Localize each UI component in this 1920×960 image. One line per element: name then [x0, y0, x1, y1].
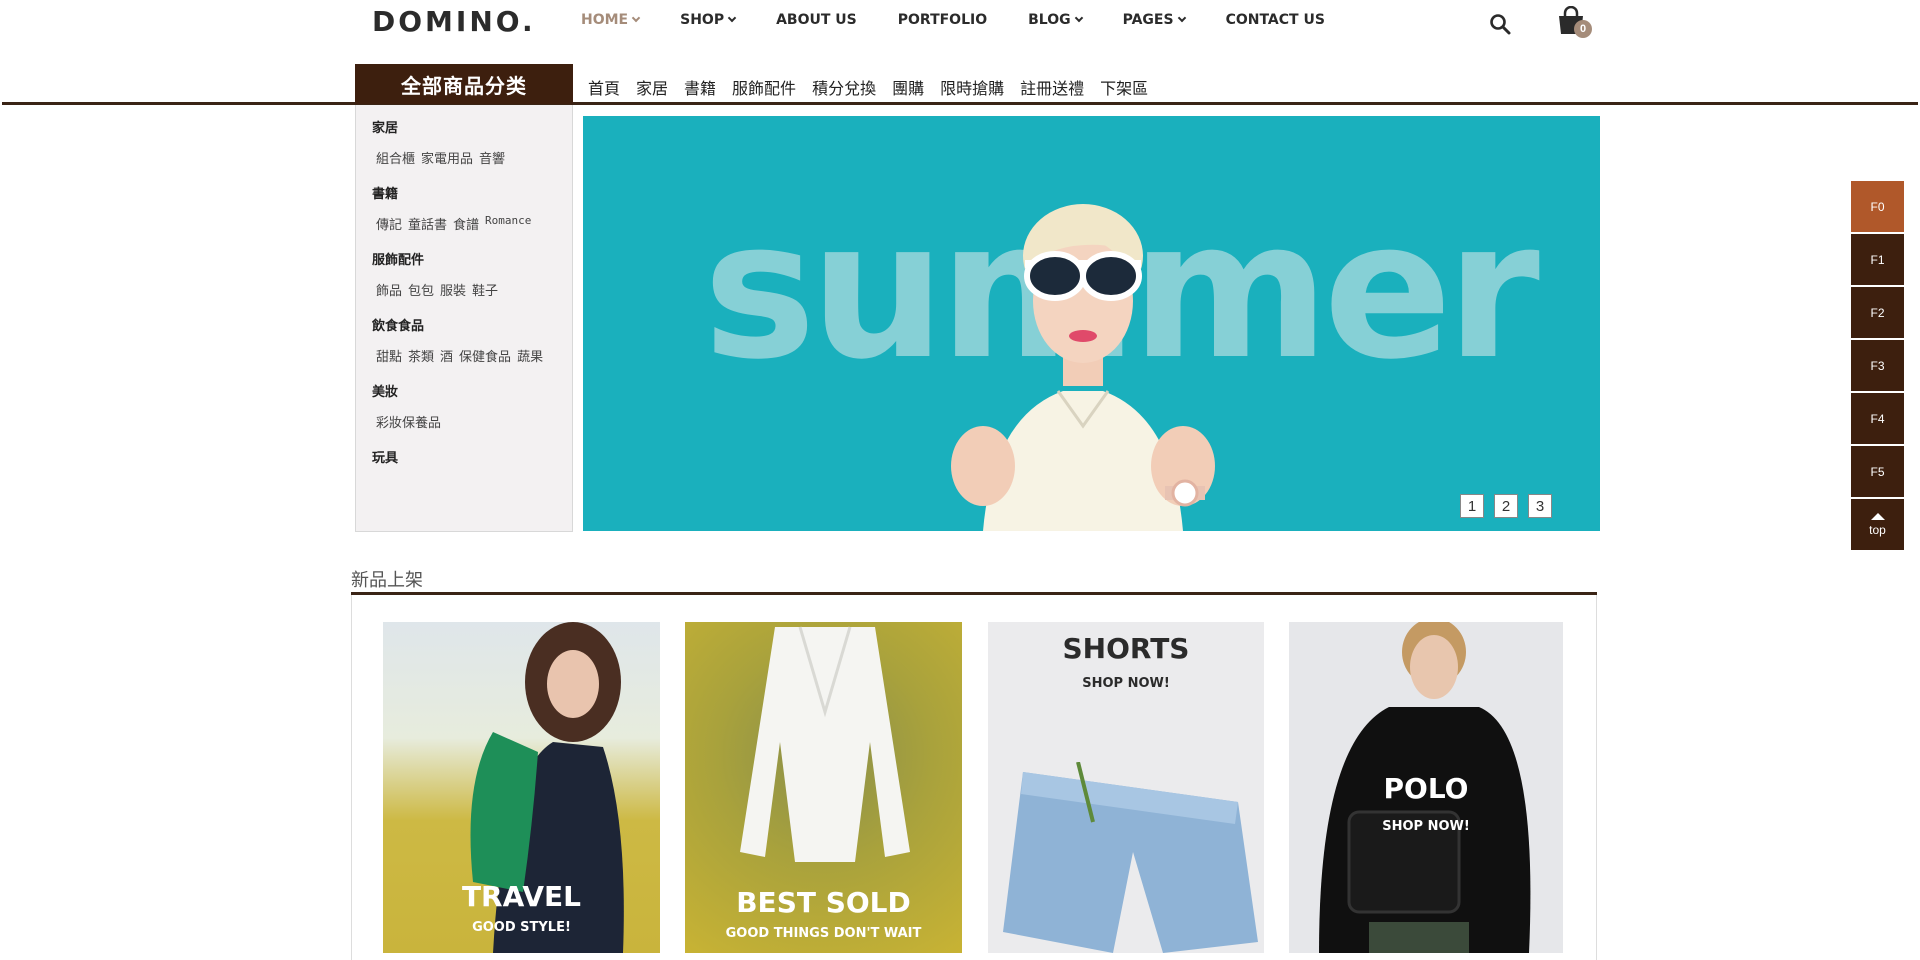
floor-link-f2[interactable]: F2	[1851, 287, 1904, 338]
floor-link-f5[interactable]: F5	[1851, 446, 1904, 497]
floor-navigation: F0 F1 F2 F3 F4 F5 top	[1851, 181, 1904, 552]
nav-shop-label: SHOP	[680, 12, 725, 28]
top-category-links: 首頁 家居 書籍 服飾配件 積分兌換 團購 限時搶購 註冊送禮 下架區	[588, 75, 1164, 99]
card-subtitle: GOOD THINGS DON'T WAIT	[725, 926, 922, 941]
nav-pages[interactable]: PAGES	[1122, 12, 1186, 28]
chevron-down-icon	[1177, 13, 1186, 23]
nav-blog-label: BLOG	[1028, 12, 1071, 28]
category-title[interactable]: 家居	[372, 117, 505, 136]
category-title[interactable]: 美妝	[372, 381, 441, 400]
nav-portfolio[interactable]: PORTFOLIO	[898, 12, 987, 28]
card-title: POLO	[1383, 772, 1469, 805]
category-panel: 家居 組合櫃 家電用品 音響 書籍 傳記 童話書 食譜 Romance 服飾配件…	[355, 105, 573, 532]
top-link-books[interactable]: 書籍	[684, 75, 716, 99]
nav-about-us[interactable]: ABOUT US	[776, 12, 857, 28]
top-link-group-buy[interactable]: 團購	[892, 75, 924, 99]
subcategory-link[interactable]: 服裝	[440, 280, 466, 299]
arrow-up-icon	[1870, 512, 1885, 520]
cart-count-badge: 0	[1574, 20, 1592, 38]
denim-shorts-image	[1003, 762, 1258, 953]
promo-card-polo[interactable]: POLO SHOP NOW!	[1289, 622, 1563, 953]
category-group: 書籍 傳記 童話書 食譜 Romance	[372, 183, 531, 233]
card-subtitle: GOOD STYLE!	[472, 920, 571, 935]
nav-about-label: ABOUT US	[776, 12, 857, 28]
all-categories-button[interactable]: 全部商品分类	[355, 64, 573, 104]
subcategory-link[interactable]: 傳記	[376, 214, 402, 233]
top-link-home-living[interactable]: 家居	[636, 75, 668, 99]
subcategory-link[interactable]: 鞋子	[472, 280, 498, 299]
floor-link-f1[interactable]: F1	[1851, 234, 1904, 285]
white-blazer-image	[740, 626, 910, 862]
subcategory-link[interactable]: 保健食品	[459, 346, 511, 365]
subcategory-link[interactable]: 童話書	[408, 214, 447, 233]
nav-contact-label: CONTACT US	[1225, 12, 1325, 28]
nav-contact-us[interactable]: CONTACT US	[1226, 12, 1325, 28]
subcategory-link[interactable]: 音響	[479, 148, 505, 167]
subcategory-link[interactable]: 包包	[408, 280, 434, 299]
nav-blog[interactable]: BLOG	[1028, 12, 1083, 28]
top-link-apparel[interactable]: 服飾配件	[732, 75, 796, 99]
card-title: TRAVEL	[461, 880, 582, 913]
top-link-points-redeem[interactable]: 積分兌換	[812, 75, 876, 99]
new-arrivals-title: 新品上架	[351, 570, 423, 590]
category-title[interactable]: 飲食食品	[372, 315, 543, 334]
nav-home[interactable]: HOME	[581, 12, 641, 28]
promo-card-shorts[interactable]: SHORTS SHOP NOW!	[988, 622, 1264, 953]
subcategory-link[interactable]: 食譜	[453, 214, 479, 233]
nav-home-label: HOME	[581, 12, 629, 28]
floor-link-f4[interactable]: F4	[1851, 393, 1904, 444]
nav-portfolio-label: PORTFOLIO	[897, 12, 988, 28]
subcategory-link[interactable]: 組合櫃	[376, 148, 415, 167]
floor-link-f3[interactable]: F3	[1851, 340, 1904, 391]
card-subtitle: SHOP NOW!	[1082, 676, 1170, 691]
chevron-down-icon	[727, 13, 737, 23]
floor-link-f0[interactable]: F0	[1851, 181, 1904, 232]
chevron-down-icon	[631, 13, 641, 23]
chevron-down-icon	[1074, 13, 1083, 23]
main-nav: HOME SHOP ABOUT US PORTFOLIO BLOG PAGES …	[581, 12, 1366, 28]
category-group: 飲食食品 甜點 茶類 酒 保健食品 蔬果	[372, 315, 543, 365]
subcategory-link[interactable]: 家電用品	[421, 148, 473, 167]
category-title[interactable]: 服飾配件	[372, 249, 498, 268]
top-link-signup-gift[interactable]: 註冊送禮	[1020, 75, 1084, 99]
hero-banner[interactable]: summer 1 2 3	[583, 116, 1600, 531]
banner-page-3[interactable]: 3	[1528, 494, 1552, 518]
subcategory-link[interactable]: Romance	[485, 214, 531, 233]
back-to-top-label: top	[1869, 522, 1886, 537]
subcategory-link[interactable]: 茶類	[408, 346, 434, 365]
subcategory-link[interactable]: 彩妝保養品	[376, 412, 441, 431]
promo-card-best-sold[interactable]: BEST SOLD GOOD THINGS DON'T WAIT	[685, 622, 962, 953]
category-group: 服飾配件 飾品 包包 服裝 鞋子	[372, 249, 498, 299]
banner-page-1[interactable]: 1	[1460, 494, 1484, 518]
category-group: 美妝 彩妝保養品	[372, 381, 441, 431]
category-group: 家居 組合櫃 家電用品 音響	[372, 117, 505, 167]
banner-pagination: 1 2 3	[1460, 494, 1552, 518]
card-title: BEST SOLD	[736, 886, 911, 919]
banner-page-2[interactable]: 2	[1494, 494, 1518, 518]
promo-card-travel[interactable]: TRAVEL GOOD STYLE!	[383, 622, 660, 953]
category-bar-divider	[2, 102, 1918, 105]
category-title[interactable]: 書籍	[372, 183, 531, 202]
top-link-home[interactable]: 首頁	[588, 75, 620, 99]
site-header: DOMINO. HOME SHOP ABOUT US PORTFOLIO BLO…	[0, 0, 1920, 44]
search-icon	[1490, 14, 1511, 35]
top-link-flash-sale[interactable]: 限時搶購	[940, 75, 1004, 99]
cart-button[interactable]: 0	[1557, 5, 1592, 40]
top-link-discontinued[interactable]: 下架區	[1100, 75, 1148, 99]
banner-model-illustration	[951, 204, 1215, 531]
subcategory-link[interactable]: 甜點	[376, 346, 402, 365]
subcategory-link[interactable]: 酒	[440, 346, 453, 365]
card-title: SHORTS	[1062, 632, 1190, 665]
category-title[interactable]: 玩具	[372, 447, 398, 466]
category-group: 玩具	[372, 447, 398, 466]
nav-shop[interactable]: SHOP	[680, 12, 737, 28]
nav-pages-label: PAGES	[1122, 12, 1174, 28]
site-logo[interactable]: DOMINO.	[372, 5, 536, 38]
subcategory-link[interactable]: 飾品	[376, 280, 402, 299]
card-subtitle: SHOP NOW!	[1382, 819, 1470, 834]
subcategory-link[interactable]: 蔬果	[517, 346, 543, 365]
search-button[interactable]	[1488, 12, 1512, 36]
back-to-top-button[interactable]: top	[1851, 499, 1904, 550]
